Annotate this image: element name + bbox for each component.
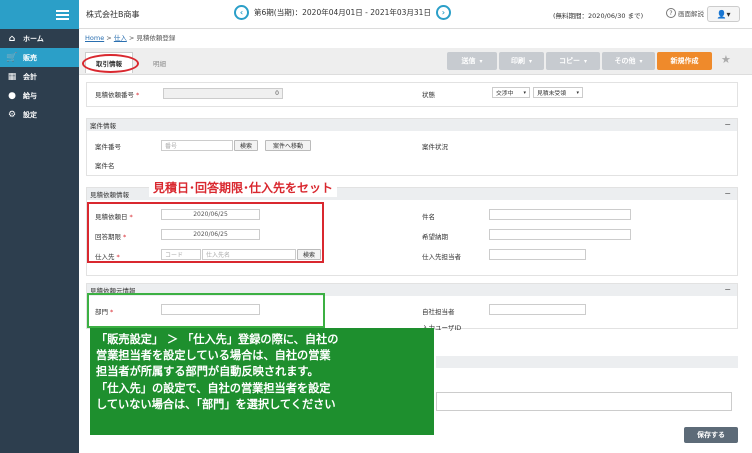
note-textarea[interactable]	[436, 392, 732, 411]
chevron-down-icon: ▾	[583, 57, 587, 65]
other-label: その他	[614, 57, 636, 65]
print-label: 印刷	[510, 57, 525, 65]
status-label: 状態	[422, 91, 435, 99]
copy-button[interactable]: コピー ▾	[546, 52, 600, 70]
help-label: 画面解説	[678, 10, 704, 18]
chevron-down-icon: ▾	[528, 57, 532, 65]
est-no-field: 0	[163, 88, 283, 99]
sidebar-item-accounting[interactable]: ▦ 会計	[0, 67, 79, 86]
estimate-callout: 見積日･回答期限･仕入先をセット	[149, 178, 338, 197]
trial-period: (無料期間：2020/06/30 まで)	[553, 12, 644, 20]
supplier-contact-label: 仕入先担当者	[422, 253, 461, 261]
breadcrumb-sep: >	[128, 34, 135, 42]
save-button[interactable]: 保存する	[684, 427, 738, 443]
copy-label: コピー	[558, 57, 580, 65]
bookmark-icon[interactable]: ★	[721, 53, 731, 66]
callout-line: していない場合は、「部門」を選択してください	[96, 397, 336, 411]
tab-highlight-ellipse	[82, 54, 139, 73]
callout-line: 「仕入先」の設定で、自社の営業担当者を設定	[96, 381, 331, 395]
status-select-1[interactable]: 交渉中 ▾	[492, 87, 530, 98]
estimate-highlight-box	[87, 202, 324, 263]
next-period-button[interactable]: ›	[435, 5, 451, 20]
callout-line: 営業担当者を設定している場合は、自社の営業	[96, 349, 331, 363]
chevron-down-icon: ▾	[523, 89, 526, 96]
collapse-icon[interactable]: −	[724, 285, 731, 294]
case-no-label: 案件番号	[95, 143, 121, 151]
breadcrumb-current: 見積依頼登録	[136, 34, 176, 42]
company-name: 株式会社B商事	[86, 10, 140, 19]
sidebar-item-label: ホーム	[23, 34, 44, 43]
cart-icon: 🛒	[6, 52, 18, 63]
case-search-button[interactable]: 検索	[234, 140, 258, 151]
breadcrumb: Home > 仕入 > 見積依頼登録	[85, 32, 175, 42]
ledger-icon: ▦	[7, 71, 17, 82]
dept-highlight-box	[87, 293, 325, 328]
gear-icon: ⚙	[7, 109, 17, 120]
send-button[interactable]: 送信 ▾	[447, 52, 497, 70]
collapse-icon[interactable]: −	[724, 120, 731, 129]
sidebar: ⌂ ホーム 🛒 販売 ▦ 会計 ● 給与 ⚙ 設定	[0, 0, 79, 453]
case-status-label: 案件状況	[422, 143, 448, 151]
sidebar-header	[0, 0, 79, 29]
fiscal-period: ‹ 第6期(当期)：2020年04月01日 - 2021年03月31日 ›	[234, 5, 451, 20]
desired-date-label: 希望納期	[422, 233, 448, 241]
breadcrumb-purchase[interactable]: 仕入	[114, 34, 127, 42]
est-no-label: 見積依頼番号 *	[95, 91, 140, 99]
home-icon: ⌂	[8, 33, 16, 44]
tab-details[interactable]: 明細	[143, 52, 176, 73]
collapse-icon[interactable]: −	[724, 189, 731, 198]
chevron-down-icon: ▾	[479, 57, 483, 65]
hamburger-menu-icon[interactable]	[56, 9, 69, 20]
user-menu-button[interactable]: 👤▾	[707, 6, 740, 22]
period-label: 第6期(当期)：2020年04月01日 - 2021年03月31日	[254, 8, 431, 17]
breadcrumb-home[interactable]: Home	[85, 34, 104, 42]
new-create-button[interactable]: 新規作成	[657, 52, 712, 70]
sidebar-item-label: 給与	[23, 91, 37, 100]
supplier-contact-input[interactable]	[489, 249, 586, 260]
sidebar-item-label: 会計	[23, 72, 37, 81]
subject-label: 件名	[422, 213, 435, 221]
note-section-header	[436, 356, 738, 368]
print-button[interactable]: 印刷 ▾	[499, 52, 544, 70]
own-contact-label: 自社担当者	[422, 308, 455, 316]
breadcrumb-sep: >	[106, 34, 112, 42]
help-link[interactable]: ? 画面解説	[666, 8, 704, 18]
dept-callout: 「販売設定」 ＞ 「仕入先」登録の際に、自社の 営業担当者を設定している場合は、…	[90, 328, 434, 435]
other-button[interactable]: その他 ▾	[602, 52, 655, 70]
case-move-button[interactable]: 案件へ移動	[265, 140, 311, 151]
sidebar-item-label: 販売	[23, 53, 37, 62]
sidebar-item-payroll[interactable]: ● 給与	[0, 86, 79, 105]
prev-period-button[interactable]: ‹	[234, 5, 249, 20]
header-panel: 見積依頼番号 * 0 状態 交渉中 ▾ 見積未受領 ▾	[86, 82, 738, 107]
question-icon: ?	[666, 8, 676, 18]
sidebar-item-settings[interactable]: ⚙ 設定	[0, 105, 79, 124]
send-label: 送信	[461, 57, 476, 65]
app-window: ⌂ ホーム 🛒 販売 ▦ 会計 ● 給与 ⚙ 設定 株式会社B商事 ‹ 第6期(当期)：2…	[0, 0, 752, 453]
sidebar-item-sales[interactable]: 🛒 販売	[0, 48, 79, 67]
own-contact-input[interactable]	[489, 304, 586, 315]
top-bar: 株式会社B商事 ‹ 第6期(当期)：2020年04月01日 - 2021年03月…	[79, 0, 752, 29]
case-no-input[interactable]: 番号	[161, 140, 233, 151]
sidebar-item-home[interactable]: ⌂ ホーム	[0, 29, 79, 48]
sidebar-item-label: 設定	[23, 110, 37, 119]
status-select-2[interactable]: 見積未受領 ▾	[533, 87, 583, 98]
subject-input[interactable]	[489, 209, 631, 220]
case-panel: 案件情報 − 案件番号 番号 検索 案件へ移動 案件状況 案件名	[86, 118, 738, 176]
callout-line: 「販売設定」 ＞ 「仕入先」登録の際に、自社の	[96, 333, 339, 346]
desired-date-input[interactable]	[489, 229, 631, 240]
case-name-label: 案件名	[95, 162, 115, 170]
chevron-down-icon: ▾	[576, 89, 579, 96]
callout-line: 担当者が所属する部門が自動反映されます。	[96, 365, 319, 379]
moneybag-icon: ●	[8, 90, 16, 101]
case-section-header: 案件情報 −	[87, 119, 737, 131]
chevron-down-icon: ▾	[639, 57, 643, 65]
